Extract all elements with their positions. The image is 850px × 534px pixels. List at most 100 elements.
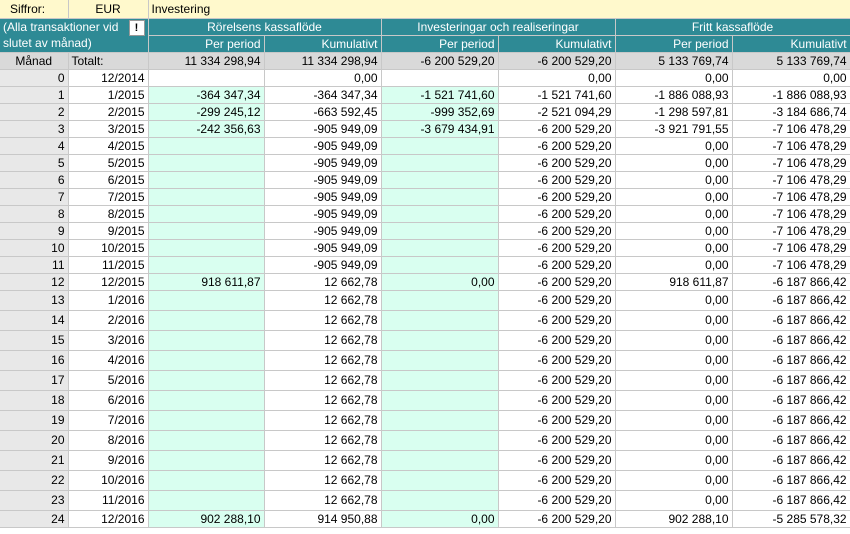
input-cell[interactable] bbox=[381, 490, 499, 511]
input-cell[interactable] bbox=[381, 310, 499, 331]
group-free-cashflow: Fritt kassaflöde bbox=[615, 18, 850, 36]
input-cell[interactable] bbox=[381, 370, 499, 391]
row-index: 23 bbox=[0, 490, 69, 511]
input-cell[interactable] bbox=[381, 290, 499, 311]
value-cell: -905 949,09 bbox=[264, 239, 382, 257]
total-cell: 5 133 769,74 bbox=[732, 52, 850, 70]
input-cell[interactable] bbox=[381, 450, 499, 471]
transactions-note-text: (Alla transaktioner vid slutet av månad) bbox=[3, 19, 119, 50]
row-month: 7/2015 bbox=[68, 188, 149, 206]
input-cell[interactable] bbox=[148, 410, 265, 431]
input-cell[interactable] bbox=[381, 350, 499, 371]
value-cell: -3 184 686,74 bbox=[732, 103, 850, 121]
row-index: 5 bbox=[0, 154, 69, 172]
input-cell[interactable] bbox=[148, 370, 265, 391]
value-cell: 0,00 bbox=[615, 137, 733, 155]
value-cell: -905 949,09 bbox=[264, 188, 382, 206]
input-cell[interactable] bbox=[148, 205, 265, 223]
table-row: 19 7/2016 12 662,78 -6 200 529,20 0,00 -6 187… bbox=[0, 410, 850, 431]
month-label: Månad bbox=[0, 52, 69, 70]
value-cell: -905 949,09 bbox=[264, 171, 382, 189]
input-cell[interactable] bbox=[148, 239, 265, 257]
input-cell[interactable] bbox=[381, 188, 499, 206]
input-cell[interactable] bbox=[148, 350, 265, 371]
row-month: 4/2016 bbox=[68, 350, 149, 371]
sheet-title: Investering bbox=[148, 0, 850, 19]
input-cell[interactable] bbox=[148, 470, 265, 491]
input-cell[interactable]: -1 521 741,60 bbox=[381, 86, 499, 104]
value-cell: -6 187 866,42 bbox=[732, 350, 850, 371]
input-cell[interactable] bbox=[148, 256, 265, 274]
input-cell[interactable] bbox=[148, 222, 265, 240]
input-cell[interactable] bbox=[148, 430, 265, 451]
group-operating: Rörelsens kassaflöde bbox=[148, 18, 382, 36]
input-cell[interactable] bbox=[148, 310, 265, 331]
input-cell[interactable] bbox=[381, 222, 499, 240]
value-cell: -6 200 529,20 bbox=[498, 154, 616, 172]
value-cell: 914 950,88 bbox=[264, 510, 382, 528]
value-cell: -6 187 866,42 bbox=[732, 410, 850, 431]
input-cell[interactable] bbox=[381, 137, 499, 155]
value-cell: 902 288,10 bbox=[615, 510, 733, 528]
table-row: 7 7/2015 -905 949,09 -6 200 529,20 0,00 -7 10… bbox=[0, 188, 850, 206]
input-cell[interactable] bbox=[381, 330, 499, 351]
row-index: 0 bbox=[0, 69, 69, 87]
value-cell: -6 200 529,20 bbox=[498, 256, 616, 274]
value-cell: 0,00 bbox=[615, 430, 733, 451]
input-cell[interactable] bbox=[381, 256, 499, 274]
input-cell[interactable]: -242 356,63 bbox=[148, 120, 265, 138]
input-cell[interactable] bbox=[148, 290, 265, 311]
row-index: 22 bbox=[0, 470, 69, 491]
input-cell[interactable] bbox=[148, 154, 265, 172]
input-cell[interactable] bbox=[148, 490, 265, 511]
input-cell[interactable] bbox=[148, 390, 265, 411]
value-cell: -6 200 529,20 bbox=[498, 205, 616, 223]
input-cell[interactable]: -999 352,69 bbox=[381, 103, 499, 121]
row-month: 2/2015 bbox=[68, 103, 149, 121]
input-cell[interactable] bbox=[381, 410, 499, 431]
row-month: 6/2015 bbox=[68, 171, 149, 189]
row-month: 8/2016 bbox=[68, 430, 149, 451]
input-cell[interactable]: -3 679 434,91 bbox=[381, 120, 499, 138]
value-cell: 0,00 bbox=[615, 188, 733, 206]
input-cell[interactable] bbox=[148, 450, 265, 471]
table-row: 13 1/2016 12 662,78 -6 200 529,20 0,00 -6 187… bbox=[0, 290, 850, 311]
value-cell: -1 886 088,93 bbox=[615, 86, 733, 104]
input-cell[interactable] bbox=[381, 390, 499, 411]
input-cell[interactable]: 0,00 bbox=[381, 510, 499, 528]
input-cell[interactable] bbox=[381, 239, 499, 257]
row-month: 1/2016 bbox=[68, 290, 149, 311]
value-cell: 0,00 bbox=[264, 69, 382, 87]
row-index: 12 bbox=[0, 273, 69, 291]
value-cell: 0,00 bbox=[615, 410, 733, 431]
exclamation-icon[interactable]: ! bbox=[128, 19, 145, 36]
input-cell[interactable] bbox=[381, 154, 499, 172]
row-month: 3/2016 bbox=[68, 330, 149, 351]
value-cell: -6 187 866,42 bbox=[732, 470, 850, 491]
input-cell[interactable] bbox=[148, 171, 265, 189]
value-cell: -6 187 866,42 bbox=[732, 310, 850, 331]
row-month: 9/2015 bbox=[68, 222, 149, 240]
table-row: 15 3/2016 12 662,78 -6 200 529,20 0,00 -6 187… bbox=[0, 330, 850, 351]
input-cell[interactable] bbox=[148, 330, 265, 351]
row-month: 2/2016 bbox=[68, 310, 149, 331]
value-cell: -6 187 866,42 bbox=[732, 330, 850, 351]
value-cell: -6 200 529,20 bbox=[498, 171, 616, 189]
input-cell[interactable] bbox=[381, 430, 499, 451]
value-cell: 0,00 bbox=[615, 310, 733, 331]
value-cell: -6 200 529,20 bbox=[498, 430, 616, 451]
input-cell[interactable] bbox=[148, 137, 265, 155]
total-label: Totalt: bbox=[68, 52, 149, 70]
input-cell[interactable]: 902 288,10 bbox=[148, 510, 265, 528]
input-cell[interactable] bbox=[381, 470, 499, 491]
table-row: 6 6/2015 -905 949,09 -6 200 529,20 0,00 -7 10… bbox=[0, 171, 850, 189]
currency-value[interactable]: EUR bbox=[68, 0, 149, 19]
input-cell[interactable] bbox=[148, 188, 265, 206]
input-cell[interactable]: 0,00 bbox=[381, 273, 499, 291]
input-cell[interactable] bbox=[381, 205, 499, 223]
input-cell[interactable]: -364 347,34 bbox=[148, 86, 265, 104]
input-cell[interactable] bbox=[381, 171, 499, 189]
value-cell: 12 662,78 bbox=[264, 470, 382, 491]
input-cell[interactable]: -299 245,12 bbox=[148, 103, 265, 121]
input-cell[interactable]: 918 611,87 bbox=[148, 273, 265, 291]
